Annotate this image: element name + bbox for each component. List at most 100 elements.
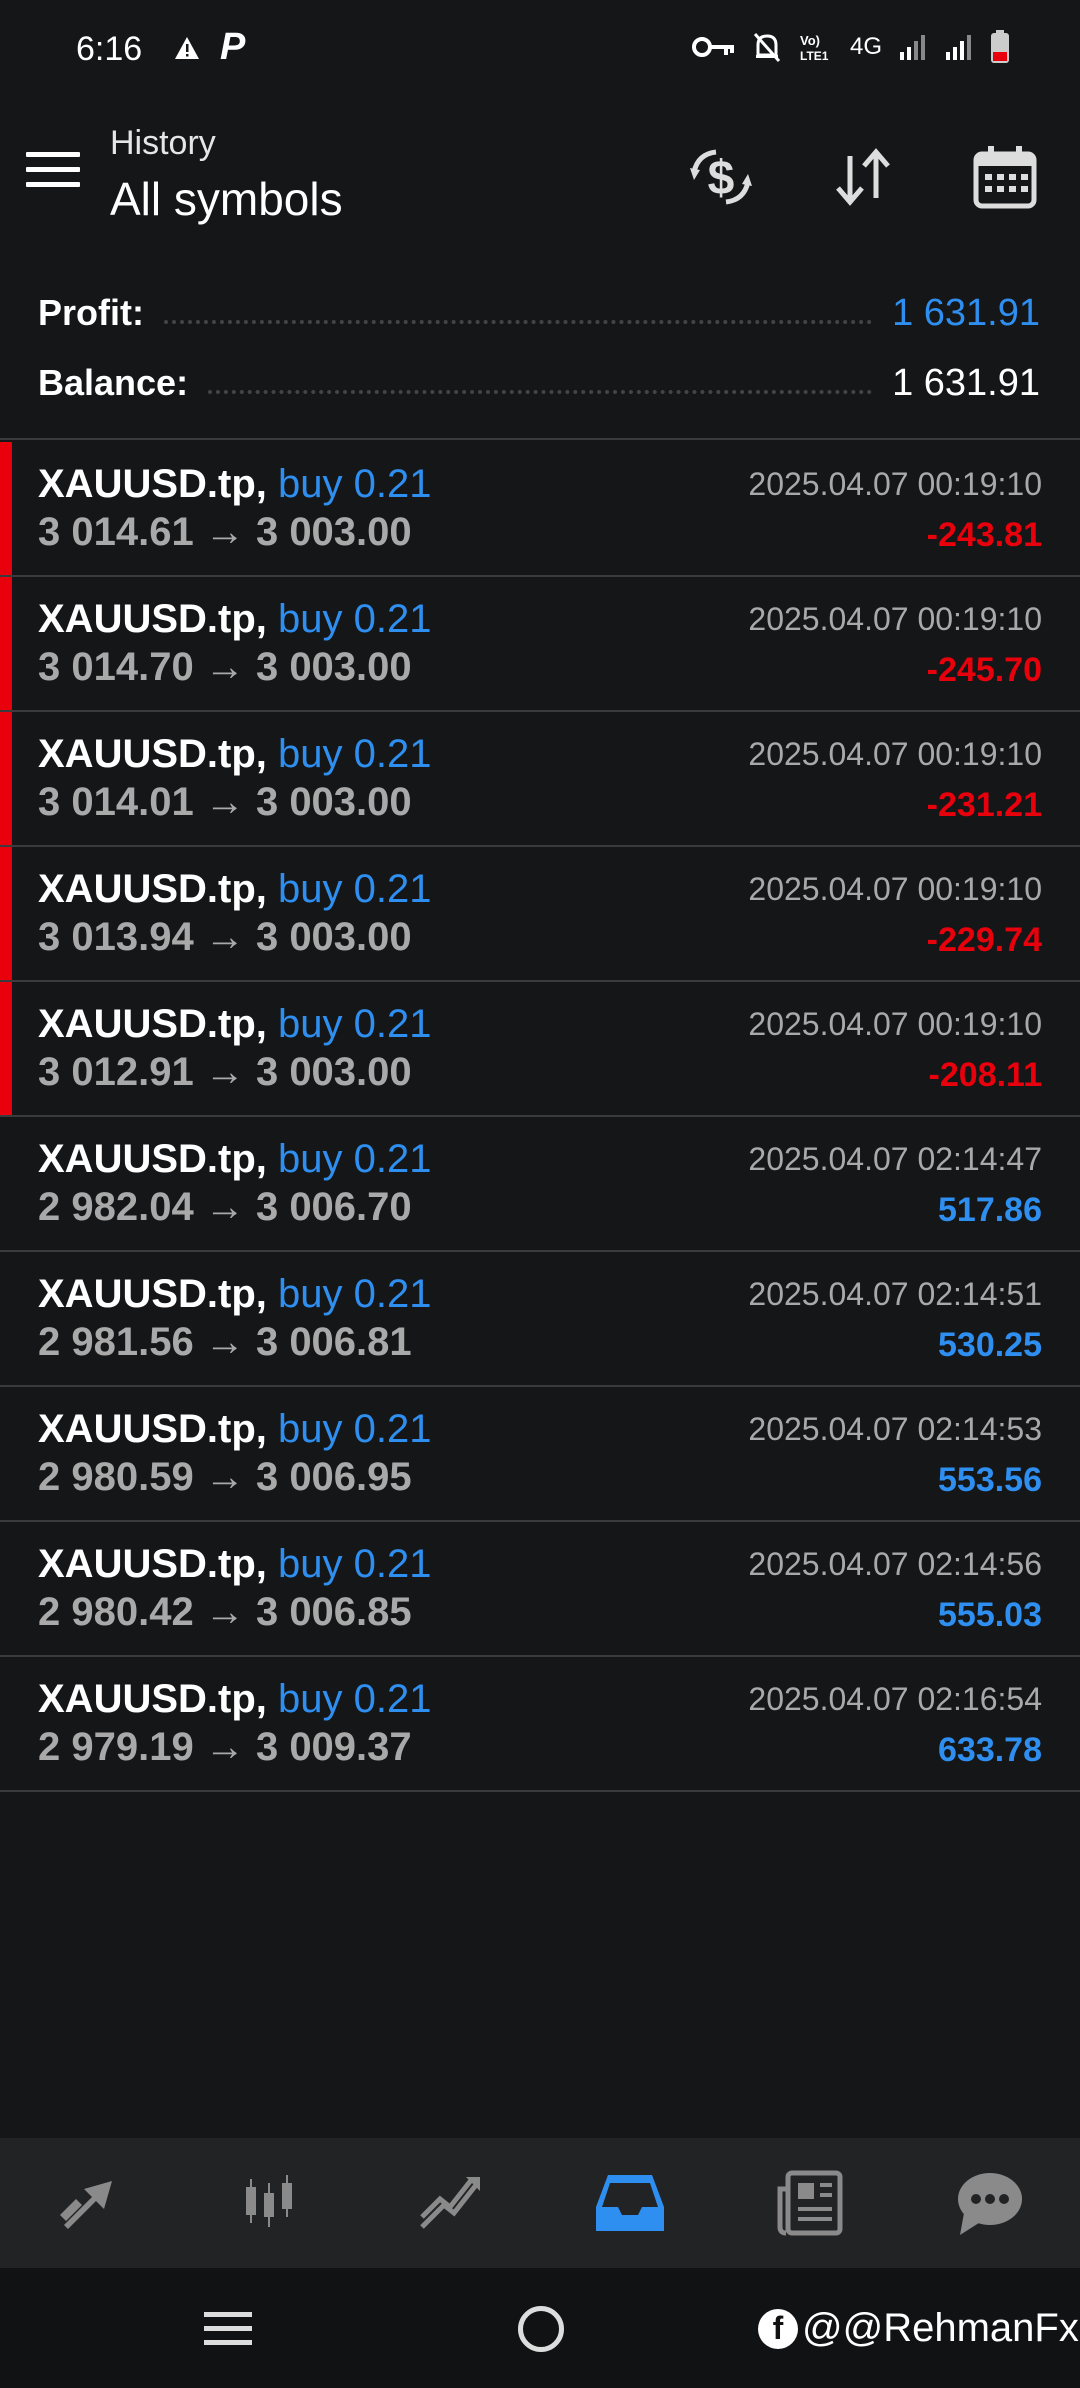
facebook-icon: f (758, 2308, 798, 2349)
deal-prices: 3 013.94 → 3 003.00 (38, 915, 412, 960)
news-icon (777, 2170, 843, 2236)
deal-row[interactable]: XAUUSD.tp, buy 0.21 2 979.19 → 3 009.37 20… (0, 1657, 1080, 1792)
deal-row[interactable]: XAUUSD.tp, buy 0.21 3 014.01 → 3 003.00 20… (0, 712, 1080, 847)
arrow-right-icon: → (204, 1320, 245, 1364)
deal-symbol-name: XAUUSD.tp, (38, 1407, 267, 1451)
deal-close-price: 3 003.00 (255, 510, 412, 554)
recent-apps-button[interactable] (204, 2312, 252, 2354)
deal-symbol: XAUUSD.tp, buy 0.21 (38, 462, 431, 507)
deal-open-price: 3 014.61 (38, 510, 194, 554)
loss-marker (0, 847, 12, 980)
deal-prices: 3 014.61 → 3 003.00 (38, 510, 412, 555)
deal-time: 2025.04.07 02:14:47 (748, 1141, 1042, 1177)
deal-profit: 555.03 (938, 1596, 1042, 1634)
deal-symbol: XAUUSD.tp, buy 0.21 (38, 1272, 431, 1317)
deal-row[interactable]: XAUUSD.tp, buy 0.21 3 012.91 → 3 003.00 20… (0, 982, 1080, 1117)
deal-time: 2025.04.07 00:19:10 (748, 466, 1042, 502)
network-type: 4G (849, 33, 882, 60)
dollar-exchange-icon[interactable]: $ (686, 142, 756, 212)
deal-profit: 553.56 (938, 1461, 1042, 1499)
sort-icon[interactable] (828, 142, 898, 212)
deal-time: 2025.04.07 00:19:10 (748, 871, 1042, 907)
loss-marker (0, 442, 12, 575)
arrow-right-icon: → (204, 510, 245, 554)
nav-news[interactable] (720, 2138, 900, 2268)
battery-low-icon (991, 30, 1009, 63)
page-title[interactable]: All symbols (110, 172, 343, 226)
deal-row[interactable]: XAUUSD.tp, buy 0.21 2 980.42 → 3 006.85 20… (0, 1522, 1080, 1657)
alert-icon (175, 37, 199, 59)
loss-marker (0, 712, 12, 845)
volte-icon: Vo) LTE1 (800, 33, 829, 63)
arrow-right-icon: → (204, 1455, 245, 1499)
trade-icon (420, 2177, 480, 2229)
nav-history[interactable] (540, 2138, 720, 2268)
deal-open-price: 3 013.94 (38, 915, 194, 959)
arrow-right-icon: → (204, 780, 245, 824)
deal-symbol: XAUUSD.tp, buy 0.21 (38, 732, 431, 777)
page-subtitle: History (110, 124, 216, 162)
system-navigation-bar: f @@RehmanFx (0, 2268, 1080, 2388)
deal-close-price: 3 009.37 (255, 1725, 412, 1769)
arrow-right-icon: → (204, 1050, 245, 1094)
deal-symbol: XAUUSD.tp, buy 0.21 (38, 1677, 431, 1722)
watermark-text: @@RehmanFx (802, 2306, 1079, 2350)
deal-time: 2025.04.07 02:14:56 (748, 1546, 1042, 1582)
app-notification-icon: P (220, 26, 246, 68)
arrow-right-icon: → (204, 1590, 245, 1634)
deal-profit: 517.86 (938, 1191, 1042, 1229)
deal-time: 2025.04.07 00:19:10 (748, 736, 1042, 772)
status-time: 6:16 (76, 30, 143, 68)
deal-prices: 2 979.19 → 3 009.37 (38, 1725, 412, 1770)
deal-row[interactable]: XAUUSD.tp, buy 0.21 2 980.59 → 3 006.95 20… (0, 1387, 1080, 1522)
nav-chart[interactable] (180, 2138, 360, 2268)
profit-label: Profit: (38, 292, 144, 333)
deal-close-price: 3 006.85 (255, 1590, 412, 1634)
arrow-right-icon: → (204, 645, 245, 689)
deal-side: buy 0.21 (278, 867, 432, 911)
deal-close-price: 3 003.00 (255, 780, 412, 824)
deal-open-price: 2 979.19 (38, 1725, 194, 1769)
nav-messages[interactable] (900, 2138, 1080, 2268)
deal-prices: 2 980.59 → 3 006.95 (38, 1455, 412, 1500)
deal-open-price: 2 980.42 (38, 1590, 194, 1634)
deal-side: buy 0.21 (278, 1272, 432, 1316)
status-bar: 6:16 P Vo) LTE1 4G (0, 0, 1080, 100)
arrow-right-icon: → (204, 1185, 245, 1229)
deal-close-price: 3 003.00 (255, 915, 412, 959)
deal-row[interactable]: XAUUSD.tp, buy 0.21 2 981.56 → 3 006.81 20… (0, 1252, 1080, 1387)
vpn-key-icon (691, 37, 734, 57)
menu-icon[interactable] (26, 152, 80, 196)
signal-2-icon (946, 35, 971, 60)
deal-profit: 530.25 (938, 1326, 1042, 1364)
deal-profit: -243.81 (926, 516, 1042, 554)
deals-list: XAUUSD.tp, buy 0.21 3 014.61 → 3 003.00 20… (0, 442, 1080, 1792)
deal-row[interactable]: XAUUSD.tp, buy 0.21 3 014.61 → 3 003.00 20… (0, 442, 1080, 577)
deal-side: buy 0.21 (278, 1407, 432, 1451)
deal-close-price: 3 006.70 (255, 1185, 412, 1229)
deal-side: buy 0.21 (278, 1677, 432, 1721)
deal-row[interactable]: XAUUSD.tp, buy 0.21 3 014.70 → 3 003.00 20… (0, 577, 1080, 712)
home-button[interactable] (518, 2306, 564, 2352)
deal-symbol: XAUUSD.tp, buy 0.21 (38, 1542, 431, 1587)
deal-profit: -229.74 (926, 921, 1042, 959)
deal-open-price: 2 982.04 (38, 1185, 194, 1229)
deal-close-price: 3 003.00 (255, 1050, 412, 1094)
deal-close-price: 3 006.95 (255, 1455, 412, 1499)
calendar-icon[interactable] (970, 142, 1040, 212)
deal-symbol-name: XAUUSD.tp, (38, 1542, 267, 1586)
deal-prices: 3 012.91 → 3 003.00 (38, 1050, 412, 1095)
arrow-right-icon: → (204, 1725, 245, 1769)
deal-profit: -245.70 (926, 651, 1042, 689)
nav-trade[interactable] (360, 2138, 540, 2268)
balance-label: Balance: (38, 362, 189, 403)
deal-row[interactable]: XAUUSD.tp, buy 0.21 2 982.04 → 3 006.70 20… (0, 1117, 1080, 1252)
dotted-leader (208, 386, 873, 394)
nav-quotes[interactable] (0, 2138, 180, 2268)
deal-symbol: XAUUSD.tp, buy 0.21 (38, 1407, 431, 1452)
balance-value: 1 631.91 (892, 361, 1040, 404)
svg-text:LTE1: LTE1 (800, 49, 829, 63)
deal-profit: -208.11 (928, 1056, 1042, 1094)
deal-symbol-name: XAUUSD.tp, (38, 1137, 267, 1181)
deal-row[interactable]: XAUUSD.tp, buy 0.21 3 013.94 → 3 003.00 20… (0, 847, 1080, 982)
